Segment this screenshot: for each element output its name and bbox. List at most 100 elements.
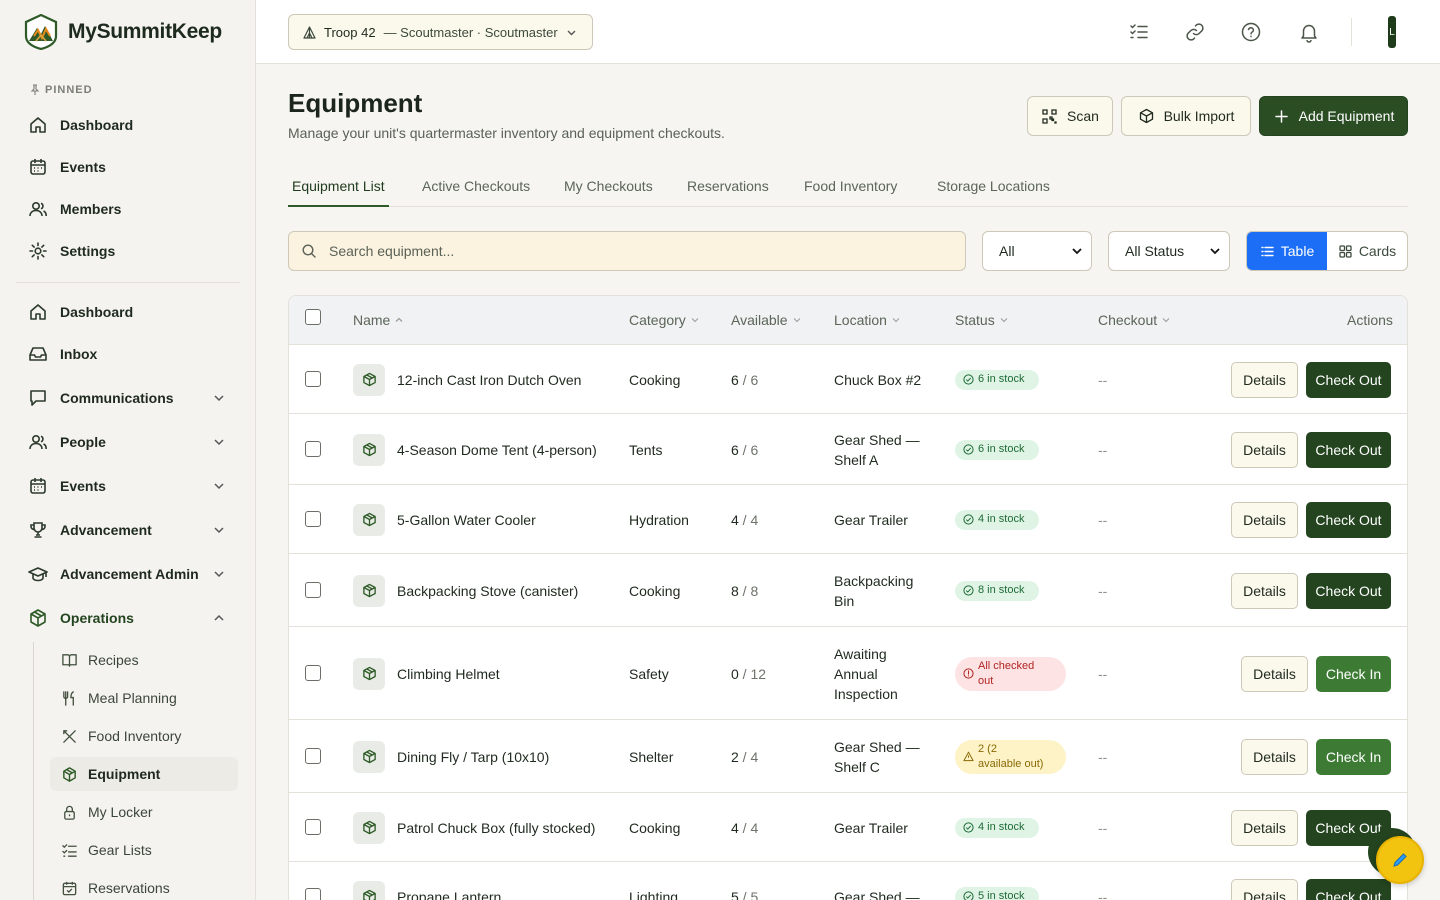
chevron-down-icon <box>1210 248 1220 255</box>
equipment-location: Gear Trailer <box>834 819 908 836</box>
sidebar-subitem-equipment[interactable]: Equipment <box>50 757 238 791</box>
column-header-location[interactable]: Location <box>834 312 901 328</box>
row-checkbox[interactable] <box>305 818 321 835</box>
details-button[interactable]: Details <box>1231 809 1298 846</box>
pinned-members[interactable]: Members <box>28 197 238 221</box>
checkout-info: -- <box>1098 441 1108 458</box>
status-filter-select[interactable]: All Status <box>1108 231 1230 271</box>
check-out-button[interactable]: Check Out <box>1306 572 1391 609</box>
sidebar-item-inbox[interactable]: Inbox <box>28 342 238 366</box>
pinned-dashboard[interactable]: Dashboard <box>28 113 238 137</box>
subnav-guide-line <box>33 642 34 900</box>
equipment-tabs: Equipment List Active Checkouts My Check… <box>288 174 1408 207</box>
tent-icon <box>303 25 316 39</box>
add-equipment-button[interactable]: Add Equipment <box>1259 96 1408 136</box>
equipment-name[interactable]: 4-Season Dome Tent (4-person) <box>397 440 597 460</box>
details-button[interactable]: Details <box>1231 361 1298 398</box>
check-out-button[interactable]: Check Out <box>1306 361 1391 398</box>
sidebar-subitem-gear-lists[interactable]: Gear Lists <box>50 833 238 867</box>
pinned-settings[interactable]: Settings <box>28 239 238 263</box>
trophy-icon <box>30 522 46 538</box>
users-icon <box>29 434 47 450</box>
equipment-name[interactable]: 12-inch Cast Iron Dutch Oven <box>397 370 581 390</box>
equipment-name[interactable]: 5-Gallon Water Cooler <box>397 510 536 530</box>
feedback-fab-button[interactable] <box>1376 836 1424 884</box>
row-checkbox[interactable] <box>305 664 321 681</box>
view-toggle: Table Cards <box>1246 231 1408 271</box>
task-list-icon[interactable] <box>1128 21 1150 43</box>
equipment-name[interactable]: Climbing Helmet <box>397 664 500 684</box>
details-button[interactable]: Details <box>1231 878 1298 900</box>
chevron-down-icon <box>567 30 576 35</box>
row-checkbox[interactable] <box>305 887 321 900</box>
package-icon <box>353 363 385 396</box>
select-all-checkbox[interactable] <box>305 309 321 325</box>
equipment-name[interactable]: Propane Lantern <box>397 887 501 900</box>
sidebar-item-events[interactable]: Events <box>28 474 238 498</box>
check-out-button[interactable]: Check Out <box>1306 878 1391 900</box>
details-button[interactable]: Details <box>1231 501 1298 538</box>
check-in-button[interactable]: Check In <box>1316 655 1391 692</box>
scan-button[interactable]: Scan <box>1027 96 1113 136</box>
equipment-location: Gear Shed — Shelf C <box>834 738 920 775</box>
tab-active-checkouts[interactable]: Active Checkouts <box>418 174 534 207</box>
column-header-available[interactable]: Available <box>731 312 802 328</box>
unit-selector[interactable]: Troop 42 — Scoutmaster · Scoutmaster <box>288 14 593 50</box>
table-row: 5-Gallon Water Cooler Hydration 4 / 4 Gear … <box>289 485 1407 554</box>
row-checkbox[interactable] <box>305 370 321 387</box>
app-logo[interactable]: MySummitKeep <box>24 14 222 50</box>
details-button[interactable]: Details <box>1241 738 1308 775</box>
tab-equipment-list[interactable]: Equipment List <box>288 174 389 207</box>
cards-view-button[interactable]: Cards <box>1327 232 1407 270</box>
row-checkbox[interactable] <box>305 510 321 527</box>
search-input[interactable] <box>329 243 929 259</box>
pinned-events[interactable]: Events <box>28 155 238 179</box>
details-button[interactable]: Details <box>1231 431 1298 468</box>
link-icon[interactable] <box>1184 21 1206 43</box>
bell-icon[interactable] <box>1298 21 1320 43</box>
sort-icon <box>1162 318 1170 323</box>
help-icon[interactable] <box>1240 21 1262 43</box>
equipment-name[interactable]: Dining Fly / Tarp (10x10) <box>397 747 549 767</box>
table-row: 12-inch Cast Iron Dutch Oven Cooking 6 / 6… <box>289 345 1407 414</box>
calendar-icon <box>30 159 46 175</box>
sidebar-item-advancement[interactable]: Advancement <box>28 518 238 542</box>
row-checkbox[interactable] <box>305 747 321 764</box>
bulk-import-button[interactable]: Bulk Import <box>1121 96 1251 136</box>
column-header-checkout[interactable]: Checkout <box>1098 312 1171 328</box>
package-icon <box>353 740 385 773</box>
column-header-category[interactable]: Category <box>629 312 700 328</box>
sidebar-subitem-reservations[interactable]: Reservations <box>50 871 238 900</box>
equipment-name[interactable]: Backpacking Stove (canister) <box>397 581 578 601</box>
row-checkbox[interactable] <box>305 581 321 598</box>
check-in-button[interactable]: Check In <box>1316 738 1391 775</box>
tab-reservations[interactable]: Reservations <box>683 174 773 207</box>
package-icon <box>353 811 385 844</box>
tab-my-checkouts[interactable]: My Checkouts <box>560 174 657 207</box>
sidebar-item-operations[interactable]: Operations <box>28 606 238 630</box>
page-title: Equipment <box>288 88 423 118</box>
sidebar-item-communications[interactable]: Communications <box>28 386 238 410</box>
tab-food-inventory[interactable]: Food Inventory <box>800 174 901 207</box>
details-button[interactable]: Details <box>1241 655 1308 692</box>
check-out-button[interactable]: Check Out <box>1306 431 1391 468</box>
row-checkbox[interactable] <box>305 440 321 457</box>
check-out-button[interactable]: Check Out <box>1306 501 1391 538</box>
column-header-name[interactable]: Name <box>353 312 404 328</box>
equipment-name[interactable]: Patrol Chuck Box (fully stocked) <box>397 818 595 838</box>
sidebar-subitem-food-inventory[interactable]: Food Inventory <box>50 719 238 753</box>
tab-storage-locations[interactable]: Storage Locations <box>933 174 1054 207</box>
details-button[interactable]: Details <box>1231 572 1298 609</box>
sidebar-subitem-recipes[interactable]: Recipes <box>50 643 238 677</box>
sidebar-subitem-my-locker[interactable]: My Locker <box>50 795 238 829</box>
pin-icon <box>30 84 40 95</box>
list-icon <box>1261 246 1274 256</box>
table-view-button[interactable]: Table <box>1247 232 1327 270</box>
sidebar-item-dashboard[interactable]: Dashboard <box>28 300 238 324</box>
sidebar-subitem-meal-planning[interactable]: Meal Planning <box>50 681 238 715</box>
user-avatar[interactable]: L <box>1388 16 1396 48</box>
column-header-status[interactable]: Status <box>955 312 1009 328</box>
sidebar-item-people[interactable]: People <box>28 430 238 454</box>
sidebar-item-advancement-admin[interactable]: Advancement Admin <box>28 562 238 586</box>
category-filter-select[interactable]: All <box>982 231 1092 271</box>
